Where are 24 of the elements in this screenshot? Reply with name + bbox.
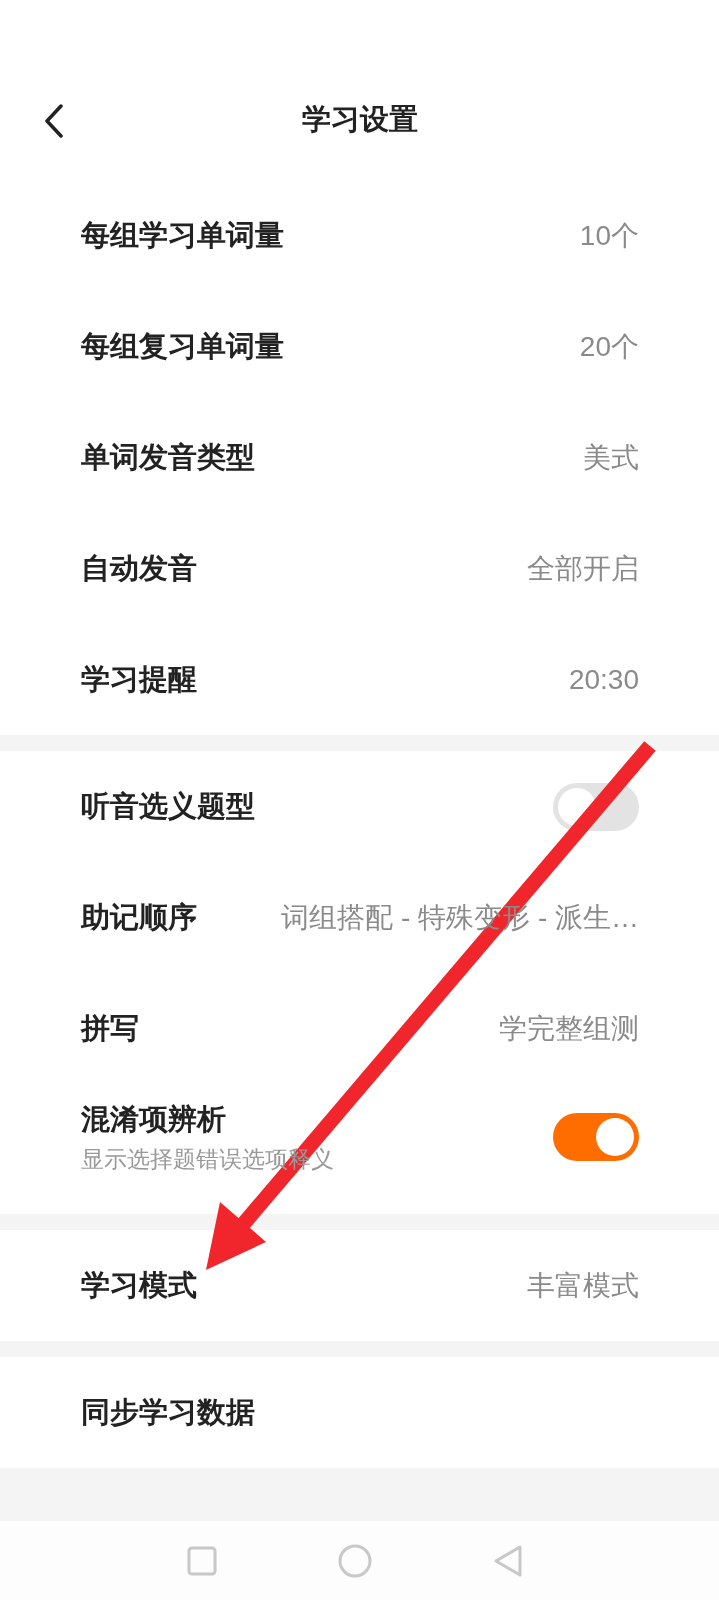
setting-label[interactable]: 每组复习单词量 xyxy=(81,324,284,369)
setting-label[interactable]: 自动发音 xyxy=(81,546,197,591)
circle-icon[interactable] xyxy=(337,1543,372,1578)
toggle-switch[interactable] xyxy=(553,1113,639,1161)
setting-value: 学完整组测 xyxy=(499,1011,639,1046)
setting-label[interactable]: 混淆项辨析 xyxy=(81,1098,334,1142)
setting-value: 20个 xyxy=(579,329,639,364)
setting-label[interactable]: 助记顺序 xyxy=(81,895,197,940)
setting-label[interactable]: 学习模式 xyxy=(81,1263,197,1308)
back-triangle-icon[interactable] xyxy=(492,1543,523,1578)
setting-label[interactable]: 拼写 xyxy=(81,1006,139,1051)
setting-value: 20:30 xyxy=(568,662,639,697)
setting-label[interactable]: 同步学习数据 xyxy=(81,1390,255,1435)
setting-value: 10个 xyxy=(579,218,639,253)
setting-label[interactable]: 每组学习单词量 xyxy=(81,213,284,258)
back-icon[interactable] xyxy=(44,104,64,138)
setting-value: 丰富模式 xyxy=(527,1268,639,1303)
setting-value: 全部开启 xyxy=(527,551,639,586)
setting-value: 美式 xyxy=(583,440,639,475)
setting-label[interactable]: 听音选义题型 xyxy=(81,784,255,829)
page-title: 学习设置 xyxy=(301,102,418,137)
setting-label[interactable]: 单词发音类型 xyxy=(81,435,255,480)
square-icon[interactable] xyxy=(186,1545,217,1576)
setting-label[interactable]: 学习提醒 xyxy=(81,657,197,702)
